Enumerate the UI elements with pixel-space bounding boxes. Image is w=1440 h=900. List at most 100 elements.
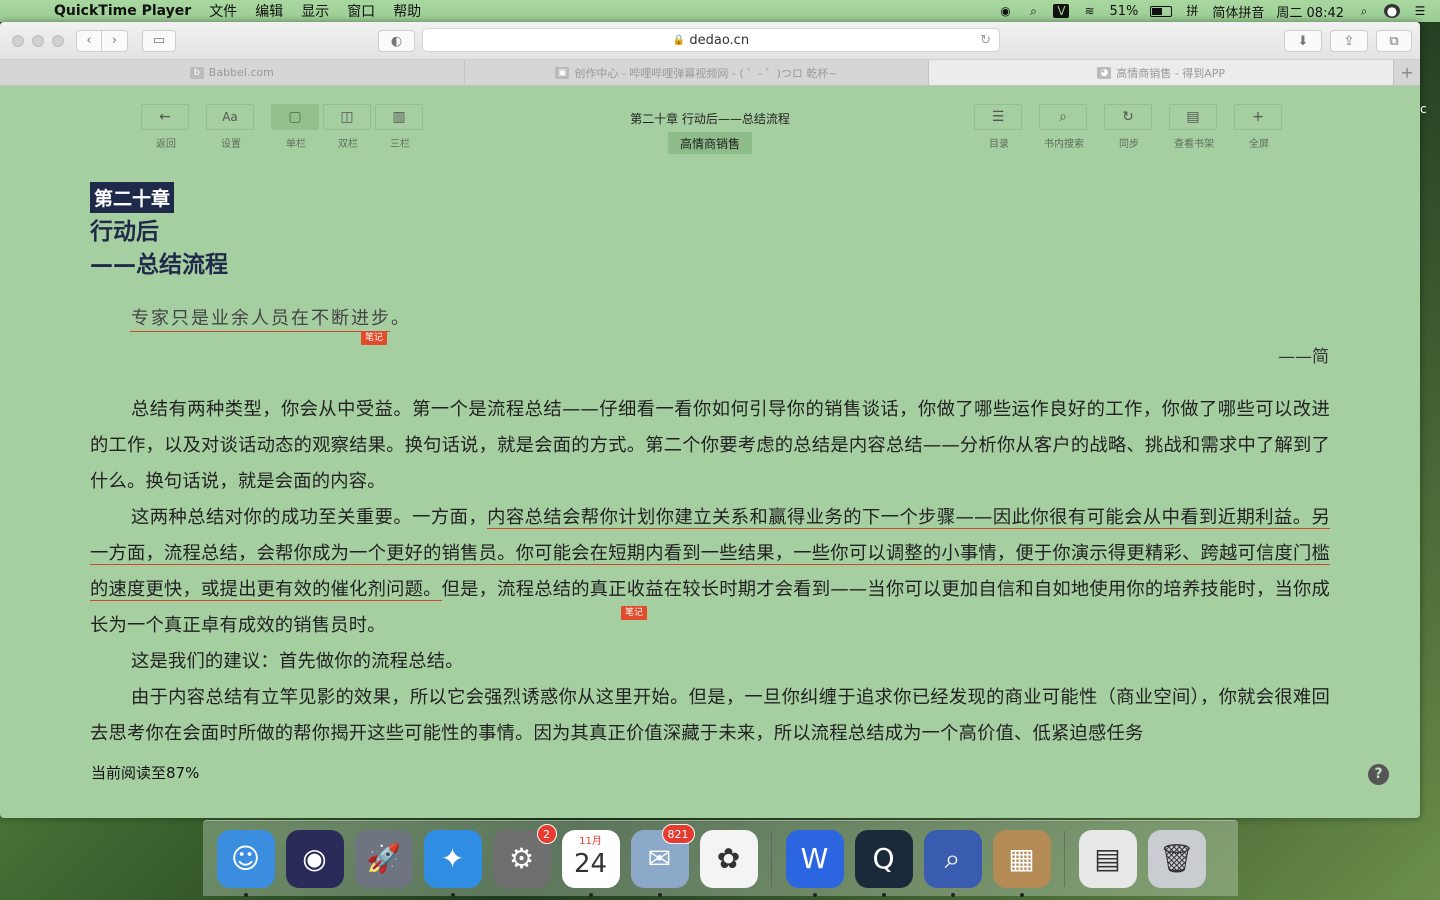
spotlight-icon[interactable]: ⌕ bbox=[1356, 4, 1372, 18]
highlight-underline bbox=[130, 331, 390, 332]
battery-percent[interactable]: 51% bbox=[1109, 4, 1138, 19]
tool-label: 查看书架 bbox=[1174, 139, 1214, 150]
mail-icon[interactable]: ✉ 821 bbox=[630, 823, 695, 897]
desktop-edge-glyph: c bbox=[1420, 102, 1427, 116]
menu-edit[interactable]: 编辑 bbox=[255, 1, 283, 21]
clock[interactable]: 周二 08:42 bbox=[1276, 2, 1344, 21]
document-icon[interactable]: ▤ bbox=[1078, 829, 1137, 888]
tab-overview-button[interactable]: ⧉ bbox=[1376, 30, 1412, 52]
epigraph[interactable]: 专家只是业余人员在不断进步。 bbox=[131, 304, 411, 330]
new-tab-button[interactable]: + bbox=[1394, 60, 1420, 85]
photos-icon[interactable]: ✿ bbox=[699, 829, 758, 888]
window-controls bbox=[12, 34, 64, 47]
input-method-icon[interactable]: 拼 bbox=[1184, 4, 1200, 18]
dedao-icon: ◕ bbox=[1097, 66, 1112, 79]
chapter-heading-line1: 行动后 bbox=[90, 219, 159, 245]
triple-column-tool[interactable]: ▥ 三栏 bbox=[375, 104, 425, 150]
wps-icon[interactable]: W bbox=[785, 829, 844, 897]
finder-icon[interactable]: ☺ bbox=[216, 829, 275, 897]
tab-dedao[interactable]: ◕ 高情商销售 - 得到APP bbox=[929, 60, 1395, 85]
french-flag-search-icon[interactable]: ⌕ bbox=[923, 829, 982, 897]
zoom-window-button[interactable] bbox=[52, 34, 64, 47]
input-method-label[interactable]: 简体拼音 bbox=[1212, 2, 1264, 21]
tool-label: 书内搜索 bbox=[1044, 139, 1084, 150]
app-glyph: ▤ bbox=[1094, 842, 1121, 875]
share-button[interactable]: ⇪ bbox=[1330, 30, 1368, 52]
menu-view[interactable]: 显示 bbox=[301, 1, 329, 21]
notification-badge: 821 bbox=[661, 823, 695, 844]
dock: ☺ ◉ 🚀 ✦ ⚙ 2 24 11月 ✉ 821 ✿ W Q ⌕ ▦ ▤ 🗑 bbox=[203, 820, 1238, 897]
reload-icon[interactable]: ↻ bbox=[980, 33, 991, 48]
toc-tool[interactable]: ☰ 目录 bbox=[974, 104, 1024, 150]
paragraph[interactable]: 由于内容总结有立竿见影的效果，所以它会强烈诱惑你从这里开始。但是，一旦你纠缠于追… bbox=[90, 680, 1330, 752]
menu-window[interactable]: 窗口 bbox=[347, 1, 375, 21]
search-tool[interactable]: ⌕ 书内搜索 bbox=[1039, 104, 1089, 150]
safari-icon[interactable]: ✦ bbox=[423, 829, 482, 897]
url-text: dedao.cn bbox=[689, 32, 750, 48]
single-column-tool[interactable]: ▢ 单栏 bbox=[271, 104, 321, 150]
siri-icon[interactable]: ◉ bbox=[285, 829, 344, 888]
running-indicator bbox=[1019, 892, 1024, 897]
menu-file[interactable]: 文件 bbox=[209, 1, 237, 21]
vim-icon[interactable]: V bbox=[1053, 4, 1070, 18]
tool-label: 返回 bbox=[156, 139, 176, 150]
reader-mode-button[interactable]: ◐ bbox=[378, 30, 415, 52]
fullscreen-tool[interactable]: + 全屏 bbox=[1234, 104, 1284, 150]
calendar-month: 11月 bbox=[579, 835, 602, 847]
wifi-icon[interactable]: ≋ bbox=[1081, 4, 1097, 18]
notification-center-icon[interactable]: ☰ bbox=[1412, 4, 1428, 18]
bookshelf-tool[interactable]: ▤ 查看书架 bbox=[1169, 104, 1219, 150]
battery-icon[interactable] bbox=[1150, 5, 1173, 17]
arrow-left-icon: ← bbox=[141, 104, 189, 130]
double-column-tool[interactable]: ◫ 双栏 bbox=[323, 104, 373, 150]
calendar-icon[interactable]: 24 11月 bbox=[561, 829, 620, 897]
address-bar[interactable]: 🔒 dedao.cn ↻ bbox=[422, 28, 1000, 52]
tab-babbel[interactable]: b Babbel.com bbox=[0, 60, 465, 85]
close-window-button[interactable] bbox=[12, 34, 24, 47]
sidebar-button[interactable]: ▭ bbox=[142, 29, 176, 52]
back-tool[interactable]: ← 返回 bbox=[141, 104, 191, 150]
running-indicator bbox=[243, 892, 248, 897]
system-preferences-icon[interactable]: ⚙ 2 bbox=[492, 823, 557, 888]
status-area: ◉ ⌕ V ≋ 51% 拼 简体拼音 周二 08:42 ⌕ ● ☰ bbox=[997, 2, 1440, 21]
launchpad-icon[interactable]: 🚀 bbox=[354, 829, 413, 888]
tab-label: Babbel.com bbox=[208, 66, 274, 79]
app-glyph: ✦ bbox=[440, 842, 465, 875]
single-column-icon: ▢ bbox=[271, 104, 319, 130]
menu-help[interactable]: 帮助 bbox=[393, 1, 421, 21]
sync-tool[interactable]: ↻ 同步 bbox=[1104, 104, 1154, 150]
tool-label: 双栏 bbox=[338, 139, 358, 150]
tab-label: 创作中心 - 哔哩哔哩弹幕视频网 - ( ゜- ゜)つロ 乾杯~ bbox=[574, 66, 838, 80]
search-extension-icon[interactable]: ⌕ bbox=[1025, 4, 1041, 18]
triple-column-icon: ▥ bbox=[375, 104, 423, 130]
quicktime-icon[interactable]: Q bbox=[854, 829, 913, 897]
app-glyph: W bbox=[800, 842, 829, 875]
tab-bilibili[interactable]: ▣ 创作中心 - 哔哩哔哩弹幕视频网 - ( ゜- ゜)つロ 乾杯~ bbox=[465, 60, 930, 85]
double-column-icon: ◫ bbox=[323, 104, 371, 130]
trash-icon[interactable]: 🗑 bbox=[1147, 829, 1206, 888]
forward-button[interactable]: › bbox=[102, 29, 128, 52]
note-tag[interactable]: 笔记 bbox=[361, 331, 388, 345]
book-name-badge[interactable]: 高情商销售 bbox=[668, 132, 752, 154]
settings-tool[interactable]: Aa 设置 bbox=[206, 104, 256, 150]
user-avatar-icon[interactable]: ● bbox=[1384, 4, 1400, 18]
app-glyph: 🚀 bbox=[366, 842, 401, 875]
note-tag[interactable]: 笔记 bbox=[621, 606, 648, 620]
back-button[interactable]: ‹ bbox=[76, 29, 102, 52]
app-menu[interactable]: QuickTime Player bbox=[54, 3, 191, 19]
preview-icon[interactable]: ▦ bbox=[992, 829, 1051, 897]
paragraph[interactable]: 这两种总结对你的成功至关重要。一方面，内容总结会帮你计划你建立关系和赢得业务的下… bbox=[90, 500, 1330, 644]
help-button[interactable]: ? bbox=[1368, 764, 1389, 785]
paragraph[interactable]: 这是我们的建议：首先做你的流程总结。 bbox=[90, 644, 1330, 680]
dock-separator bbox=[771, 830, 772, 887]
record-icon[interactable]: ◉ bbox=[997, 4, 1013, 18]
chevron-left-icon: ‹ bbox=[86, 33, 92, 48]
minimize-window-button[interactable] bbox=[32, 34, 44, 47]
sidebar-icon: ▭ bbox=[152, 33, 166, 48]
app-glyph: ⌕ bbox=[944, 841, 961, 875]
downloads-button[interactable]: ⬇ bbox=[1284, 30, 1322, 52]
shield-icon: ◐ bbox=[390, 33, 403, 49]
reading-progress: 当前阅读至87% bbox=[91, 764, 200, 782]
paragraph[interactable]: 总结有两种类型，你会从中受益。第一个是流程总结——仔细看一看你如何引导你的销售谈… bbox=[90, 392, 1330, 500]
epigraph-attribution: ——简 bbox=[1278, 347, 1329, 367]
